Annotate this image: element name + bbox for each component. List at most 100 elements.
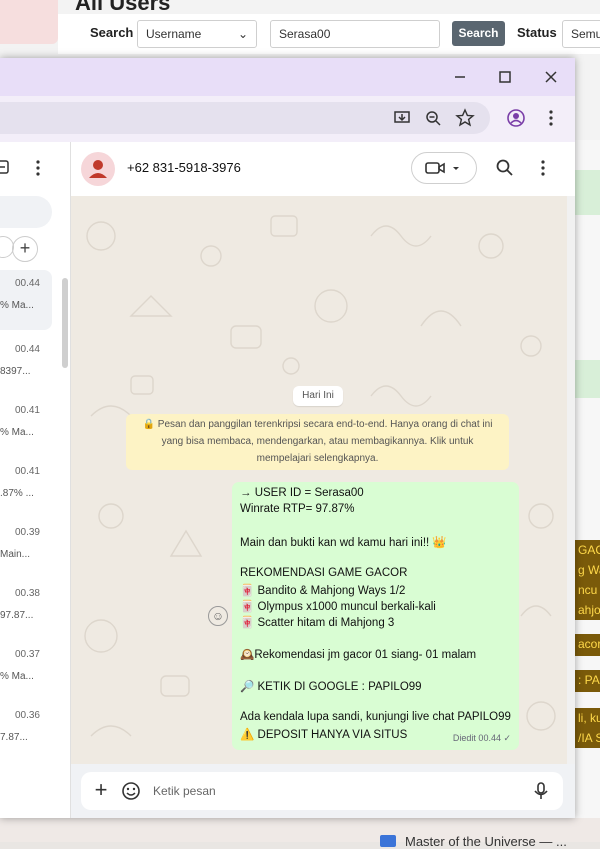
window-titlebar[interactable] xyxy=(0,58,575,96)
search-field-value: Username xyxy=(146,27,202,41)
admin-green-panel xyxy=(575,170,600,215)
message-line xyxy=(240,663,511,679)
chat-list-scrollbar[interactable] xyxy=(62,278,68,368)
promo-line: ncu xyxy=(578,583,598,597)
chat-menu-icon[interactable] xyxy=(533,158,553,178)
new-chat-icon[interactable] xyxy=(0,158,14,178)
microphone-icon[interactable] xyxy=(531,781,551,806)
message-line: Main dan bukti kan wd kamu hari ini!! 👑 xyxy=(240,537,447,549)
message-line: → USER ID = Serasa00 xyxy=(240,487,364,499)
message-line: 🀄 Scatter hitam di Mahjong 3 xyxy=(240,617,395,629)
status-label: Status xyxy=(517,25,557,40)
contact-phone[interactable]: +62 831-5918-3976 xyxy=(127,160,241,175)
minimize-icon[interactable] xyxy=(450,67,470,87)
chat-time: 00.41 xyxy=(14,466,40,477)
chat-snippet: % Ma... xyxy=(0,427,34,438)
encryption-notice[interactable]: 🔒 Pesan dan panggilan terenkripsi secara… xyxy=(126,414,509,470)
taskbar-app-icon[interactable] xyxy=(380,835,396,847)
chat-list-item[interactable]: 00.41 .87% ... xyxy=(0,458,52,518)
chat-conversation: Hari Ini 🔒 Pesan dan panggilan terenkrip… xyxy=(71,196,567,764)
message-line xyxy=(240,519,511,535)
admin-promo-block: GAC g Wa ncu ahjo xyxy=(575,540,600,620)
message-line: Ada kendala lupa sandi, kunjungi live ch… xyxy=(240,711,511,723)
attach-plus-icon[interactable]: + xyxy=(91,779,111,801)
install-app-icon[interactable] xyxy=(392,108,412,128)
message-input[interactable]: Ketik pesan xyxy=(153,784,216,798)
zoom-out-icon[interactable] xyxy=(423,108,443,128)
date-chip: Hari Ini xyxy=(293,386,343,406)
message-line: 🀄 Olympus x1000 muncul berkali-kali xyxy=(240,601,436,613)
search-icon[interactable] xyxy=(495,158,515,178)
chat-time: 00.39 xyxy=(14,527,40,538)
chat-time: 00.44 xyxy=(14,278,40,289)
chevron-down-icon: ⌄ xyxy=(237,27,248,41)
message-timestamp: Diedit 00.44 ✓ xyxy=(452,733,511,743)
promo-line: li, ku xyxy=(578,711,600,725)
promo-line: : PA xyxy=(578,673,600,687)
promo-line: acor xyxy=(578,637,600,651)
address-bar[interactable] xyxy=(0,102,490,134)
message-line xyxy=(240,695,511,711)
composer-box: + Ketik pesan xyxy=(81,772,563,810)
status-select[interactable]: Semua xyxy=(562,20,600,48)
message-line xyxy=(240,551,511,567)
promo-line: GAC xyxy=(578,543,600,557)
message-line: 🔎 KETIK DI GOOGLE : PAPILO99 xyxy=(240,681,422,693)
chat-time: 00.38 xyxy=(14,588,40,599)
whatsapp-app: + 00.44 % Ma... 00.44 8397... 00.41 % Ma… xyxy=(0,142,575,818)
chat-snippet: % Ma... xyxy=(0,671,34,682)
chat-list-item[interactable]: 00.44 % Ma... xyxy=(0,270,52,330)
message-line xyxy=(240,631,511,647)
incoming-message-bubble[interactable]: → USER ID = Serasa00 Winrate RTP= 97.87%… xyxy=(232,482,519,750)
chat-time: 00.41 xyxy=(14,405,40,416)
promo-line: g Wa xyxy=(578,563,600,577)
maximize-icon[interactable] xyxy=(495,67,515,87)
admin-sidebar-tab[interactable] xyxy=(0,0,58,44)
admin-promo-block-2: acor xyxy=(575,634,600,656)
video-call-button[interactable] xyxy=(411,152,477,184)
message-line: 🕰️Rekomendasi jm gacor 01 siang- 01 mala… xyxy=(240,649,477,661)
message-composer: + Ketik pesan xyxy=(71,764,575,818)
chat-snippet: 97.87... xyxy=(0,610,34,621)
contact-avatar[interactable] xyxy=(81,152,115,186)
chat-list-item[interactable]: 00.39 Main... xyxy=(0,519,52,579)
chat-time: 00.44 xyxy=(14,344,40,355)
chat-list-item[interactable]: 00.38 97.87... xyxy=(0,580,52,640)
chat-time: 00.37 xyxy=(14,649,40,660)
chat-header: +62 831-5918-3976 xyxy=(71,142,575,197)
message-line: Winrate RTP= 97.87% xyxy=(240,503,355,515)
chat-list-sidebar: + 00.44 % Ma... 00.44 8397... 00.41 % Ma… xyxy=(0,142,71,818)
add-filter-icon[interactable]: + xyxy=(12,236,38,262)
browser-window: + 00.44 % Ma... 00.44 8397... 00.41 % Ma… xyxy=(0,58,575,818)
chat-time: 00.36 xyxy=(14,710,40,721)
search-input[interactable]: Serasa00 xyxy=(270,20,440,48)
browser-menu-icon[interactable] xyxy=(541,108,561,128)
chat-snippet: .87% ... xyxy=(0,488,34,499)
chat-snippet: 8397... xyxy=(0,366,31,377)
reaction-emoji-icon[interactable]: ☺ xyxy=(208,606,228,626)
chat-snippet: Main... xyxy=(0,549,31,560)
search-field-select[interactable]: Username ⌄ xyxy=(137,20,257,48)
chat-snippet: 7.87... xyxy=(0,732,28,743)
video-camera-icon xyxy=(425,162,459,174)
bookmark-star-icon[interactable] xyxy=(455,108,475,128)
profile-icon[interactable] xyxy=(506,108,526,128)
promo-line: ahjo xyxy=(578,603,600,617)
chat-snippet: % Ma... xyxy=(0,300,34,311)
chat-list-item[interactable]: 00.36 7.87... xyxy=(0,702,52,762)
search-button[interactable]: Search xyxy=(452,21,505,46)
sidebar-menu-icon[interactable] xyxy=(28,158,48,178)
chat-list-item[interactable]: 00.44 8397... xyxy=(0,336,52,396)
chat-scrollbar[interactable] xyxy=(567,196,575,764)
admin-green-panel-2 xyxy=(575,360,600,398)
promo-line: /IA S xyxy=(578,731,600,745)
chat-search-input[interactable] xyxy=(0,196,52,228)
chat-list-item[interactable]: 00.37 % Ma... xyxy=(0,641,52,701)
sticker-emoji-icon[interactable] xyxy=(121,781,141,806)
search-label: Search xyxy=(90,25,134,40)
admin-promo-block-4: li, ku /IA S xyxy=(575,708,600,748)
admin-promo-block-3: : PA xyxy=(575,670,600,692)
close-icon[interactable] xyxy=(541,67,561,87)
message-line: 🀄 Bandito & Mahjong Ways 1/2 xyxy=(240,585,406,597)
chat-list-item[interactable]: 00.41 % Ma... xyxy=(0,397,52,457)
